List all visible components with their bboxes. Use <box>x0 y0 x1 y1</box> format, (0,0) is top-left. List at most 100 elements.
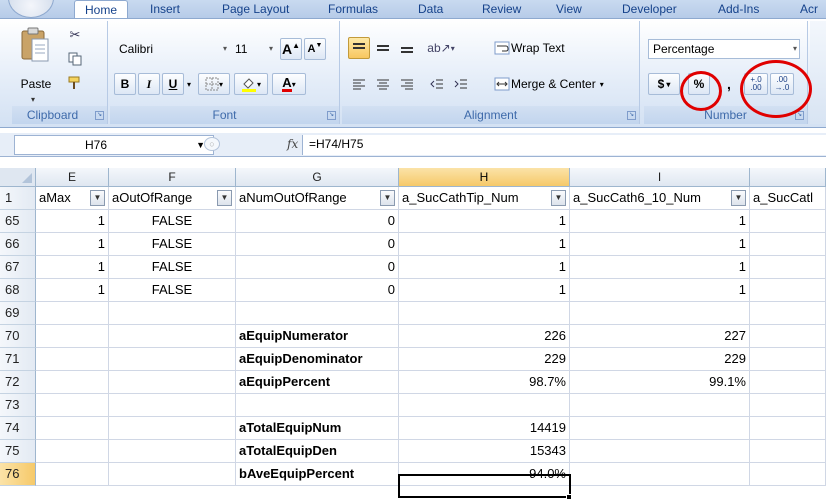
cell-h66[interactable]: 1 <box>399 233 570 256</box>
filter-dropdown-icon[interactable]: ▼ <box>380 190 395 206</box>
cell-i69[interactable] <box>570 302 750 325</box>
tab-review[interactable]: Review <box>482 2 521 16</box>
cell-g73[interactable] <box>236 394 399 417</box>
row-header-69[interactable]: 69 <box>0 302 36 325</box>
cell-i74[interactable] <box>570 417 750 440</box>
cell-f75[interactable] <box>109 440 236 463</box>
tab-formulas[interactable]: Formulas <box>328 2 378 16</box>
cell-j73[interactable] <box>750 394 826 417</box>
insert-function-icon[interactable]: fx <box>287 137 298 151</box>
row-header-65[interactable]: 65 <box>0 210 36 233</box>
font-color-button[interactable]: A ▾ <box>272 73 306 95</box>
font-size-combo[interactable]: 11 ▾ <box>230 39 276 59</box>
cell-f69[interactable] <box>109 302 236 325</box>
cell-h74[interactable]: 14419 <box>399 417 570 440</box>
cell-e65[interactable]: 1 <box>36 210 109 233</box>
cell-i73[interactable] <box>570 394 750 417</box>
cell-i75[interactable] <box>570 440 750 463</box>
alignment-launcher-icon[interactable]: ↘ <box>627 111 636 120</box>
cell-j74[interactable] <box>750 417 826 440</box>
italic-button[interactable]: I <box>138 73 160 95</box>
cell-g72[interactable]: aEquipPercent <box>236 371 399 394</box>
cell-j67[interactable] <box>750 256 826 279</box>
cell-f76[interactable] <box>109 463 236 486</box>
cell-h65[interactable]: 1 <box>399 210 570 233</box>
cell-h71[interactable]: 229 <box>399 348 570 371</box>
row-header-75[interactable]: 75 <box>0 440 36 463</box>
cell-j70[interactable] <box>750 325 826 348</box>
cell-i1[interactable]: a_SucCath6_10_Num ▼ <box>570 187 750 210</box>
column-header-h[interactable]: H <box>399 168 570 187</box>
cell-f70[interactable] <box>109 325 236 348</box>
cell-i70[interactable]: 227 <box>570 325 750 348</box>
formula-input[interactable]: =H74/H75 <box>302 135 826 155</box>
cell-h67[interactable]: 1 <box>399 256 570 279</box>
filter-dropdown-icon[interactable]: ▼ <box>731 190 746 206</box>
wrap-text-icon[interactable] <box>492 37 512 59</box>
filter-dropdown-icon[interactable]: ▼ <box>217 190 232 206</box>
cell-e69[interactable] <box>36 302 109 325</box>
row-header-73[interactable]: 73 <box>0 394 36 417</box>
name-box[interactable]: H76 ▼ <box>14 135 214 155</box>
tab-view[interactable]: View <box>556 2 582 16</box>
cell-e1[interactable]: aMax ▼ <box>36 187 109 210</box>
cell-e74[interactable] <box>36 417 109 440</box>
cell-e76[interactable] <box>36 463 109 486</box>
font-name-dropdown-icon[interactable]: ▾ <box>223 40 227 58</box>
cell-i65[interactable]: 1 <box>570 210 750 233</box>
office-button[interactable] <box>8 0 54 18</box>
align-right-button[interactable] <box>396 73 418 95</box>
cell-g74[interactable]: aTotalEquipNum <box>236 417 399 440</box>
clipboard-launcher-icon[interactable]: ↘ <box>95 111 104 120</box>
merge-center-icon[interactable] <box>492 73 512 95</box>
cell-f68[interactable]: FALSE <box>109 279 236 302</box>
row-header-1[interactable]: 1 <box>0 187 36 210</box>
decrease-indent-button[interactable] <box>426 73 448 95</box>
comma-style-button[interactable]: , <box>722 73 736 95</box>
cell-g1[interactable]: aNumOutOfRange ▼ <box>236 187 399 210</box>
cell-f71[interactable] <box>109 348 236 371</box>
cell-j69[interactable] <box>750 302 826 325</box>
bottom-align-button[interactable] <box>396 37 418 59</box>
cell-f67[interactable]: FALSE <box>109 256 236 279</box>
cell-j1[interactable]: a_SucCatl <box>750 187 826 210</box>
column-header-e[interactable]: E <box>36 168 109 187</box>
copy-icon[interactable] <box>64 49 86 69</box>
cell-f1[interactable]: aOutOfRange ▼ <box>109 187 236 210</box>
top-align-button[interactable] <box>348 37 370 59</box>
align-center-button[interactable] <box>372 73 394 95</box>
cell-e67[interactable]: 1 <box>36 256 109 279</box>
tab-home[interactable]: Home <box>74 0 129 18</box>
underline-button[interactable]: U <box>162 73 184 95</box>
font-size-dropdown-icon[interactable]: ▾ <box>269 40 273 58</box>
fill-handle[interactable] <box>566 494 572 500</box>
cell-j72[interactable] <box>750 371 826 394</box>
filter-dropdown-icon[interactable]: ▼ <box>551 190 566 206</box>
cell-f74[interactable] <box>109 417 236 440</box>
cell-j76[interactable] <box>750 463 826 486</box>
cell-j66[interactable] <box>750 233 826 256</box>
tab-insert[interactable]: Insert <box>150 2 180 16</box>
wrap-text-button[interactable]: Wrap Text <box>510 37 590 59</box>
format-painter-icon[interactable] <box>64 73 86 93</box>
cell-h73[interactable] <box>399 394 570 417</box>
tab-data[interactable]: Data <box>418 2 443 16</box>
cell-h69[interactable] <box>399 302 570 325</box>
tab-developer[interactable]: Developer <box>622 2 677 16</box>
cell-e71[interactable] <box>36 348 109 371</box>
middle-align-button[interactable] <box>372 37 394 59</box>
row-header-67[interactable]: 67 <box>0 256 36 279</box>
paste-dropdown-icon[interactable]: ▾ <box>31 95 35 104</box>
number-format-combo[interactable]: Percentage ▾ <box>648 39 800 59</box>
row-header-70[interactable]: 70 <box>0 325 36 348</box>
cell-f65[interactable]: FALSE <box>109 210 236 233</box>
column-header-j[interactable] <box>750 168 826 187</box>
underline-dropdown-icon[interactable]: ▾ <box>184 73 194 95</box>
number-format-dropdown-icon[interactable]: ▾ <box>793 40 797 58</box>
cell-h72[interactable]: 98.7% <box>399 371 570 394</box>
select-all-corner[interactable] <box>0 168 36 187</box>
row-header-76[interactable]: 76 <box>0 463 36 486</box>
cell-g71[interactable]: aEquipDenominator <box>236 348 399 371</box>
orientation-button[interactable]: ab↗ ▾ <box>424 37 458 59</box>
cell-e66[interactable]: 1 <box>36 233 109 256</box>
